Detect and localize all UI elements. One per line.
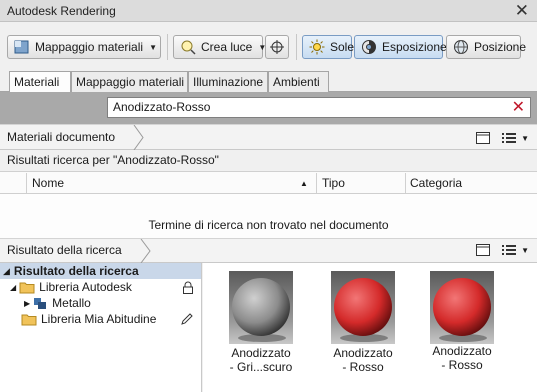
- material-thumbnail: [331, 271, 395, 344]
- materials-table-body: Termine di ricerca non trovato nel docum…: [0, 194, 537, 238]
- tree-item-autodesk-library[interactable]: ◢ Libreria Autodesk: [0, 279, 201, 295]
- tab-materials[interactable]: Materiali: [9, 71, 71, 93]
- sun-toggle[interactable]: Sole: [302, 35, 355, 59]
- document-materials-breadcrumb[interactable]: Materiali documento: [7, 130, 115, 144]
- search-results-label: Risultati ricerca per "Anodizzato-Rosso": [0, 150, 537, 172]
- column-header-type[interactable]: Tipo: [322, 176, 345, 190]
- panel-view-icon[interactable]: [475, 243, 491, 257]
- close-icon[interactable]: ✕: [515, 1, 529, 21]
- materials-grid: Anodizzato - Gri...scuro Anodizzato - Ro…: [203, 263, 537, 392]
- material-mapping-dropdown[interactable]: Mappaggio materiali ▼: [7, 35, 161, 59]
- material-label: Anodizzato - Rosso: [432, 344, 492, 372]
- tree-item-label: Libreria Autodesk: [39, 280, 132, 294]
- toolbar: Mappaggio materiali ▼ Crea luce ▼ Sole E…: [0, 22, 537, 68]
- light-icon: [179, 39, 197, 55]
- tree-item-label: Metallo: [52, 296, 91, 310]
- material-category-icon: [34, 297, 47, 309]
- document-materials-header: Materiali documento ▼: [0, 124, 537, 150]
- folder-icon: [21, 314, 37, 325]
- title-bar: Autodesk Rendering ✕: [0, 0, 537, 22]
- position-label: Posizione: [474, 40, 527, 54]
- empty-message: Termine di ricerca non trovato nel docum…: [148, 218, 389, 232]
- toolbar-divider: [296, 34, 297, 60]
- tree-item-metal[interactable]: ▶ Metallo: [0, 295, 201, 311]
- sun-icon: [308, 39, 326, 55]
- tab-environments[interactable]: Ambienti: [268, 71, 329, 92]
- position-button[interactable]: Posizione: [446, 35, 526, 59]
- chevron-down-icon[interactable]: ▼: [521, 246, 529, 255]
- create-light-label: Crea luce: [201, 40, 253, 54]
- exposure-icon: [360, 39, 378, 55]
- folder-icon: [19, 282, 35, 293]
- search-results-breadcrumb[interactable]: Risultato della ricerca: [7, 243, 122, 257]
- library-tree: ◢ Risultato della ricerca ◢ Libreria Aut…: [0, 263, 202, 392]
- tree-item-label: Risultato della ricerca: [13, 264, 139, 278]
- material-thumbnail: [430, 271, 494, 344]
- tree-item-label: Libreria Mia Abitudine: [41, 312, 157, 326]
- material-thumbnail: [229, 271, 293, 344]
- list-view-icon[interactable]: [501, 243, 517, 257]
- crosshair-icon: [268, 39, 286, 55]
- exposure-button[interactable]: Esposizione: [354, 35, 447, 59]
- expanded-icon: ◢: [3, 265, 10, 276]
- tree-item-search-results[interactable]: ◢ Risultato della ricerca: [0, 263, 201, 279]
- tab-material-mapping[interactable]: Mappaggio materiali: [71, 71, 188, 92]
- search-input[interactable]: Anodizzato-Rosso ✕: [107, 97, 531, 118]
- expanded-icon: ◢: [10, 282, 17, 292]
- view-options: ▼: [475, 243, 529, 257]
- column-header-category[interactable]: Categoria: [410, 176, 462, 190]
- list-view-icon[interactable]: [501, 131, 517, 145]
- chevron-down-icon: ▼: [149, 42, 157, 52]
- lock-icon: [183, 281, 193, 294]
- sun-label: Sole: [330, 40, 355, 54]
- globe-icon: [452, 39, 470, 55]
- light-target-button[interactable]: [265, 35, 289, 59]
- chevron-down-icon[interactable]: ▼: [521, 134, 529, 143]
- tab-lighting[interactable]: Illuminazione: [188, 71, 268, 92]
- view-options: ▼: [475, 131, 529, 145]
- breadcrumb-arrow-icon: [133, 125, 144, 150]
- tab-strip: Materiali Mappaggio materiali Illuminazi…: [0, 68, 537, 93]
- create-light-dropdown[interactable]: Crea luce ▼: [173, 35, 266, 59]
- tree-item-my-library[interactable]: Libreria Mia Abitudine: [0, 311, 201, 327]
- material-mapping-label: Mappaggio materiali: [35, 40, 144, 54]
- material-mapping-icon: [13, 39, 31, 55]
- breadcrumb-arrow-icon: [140, 239, 151, 263]
- search-bar: Anodizzato-Rosso ✕: [0, 92, 537, 124]
- material-label: Anodizzato - Rosso: [333, 346, 393, 374]
- edit-pencil-icon[interactable]: [180, 312, 194, 326]
- clear-search-icon[interactable]: ✕: [512, 97, 525, 117]
- sort-ascending-icon: ▲: [300, 179, 308, 188]
- toolbar-divider: [167, 34, 168, 60]
- materials-table-header: Nome ▲ Tipo Categoria: [0, 172, 537, 194]
- exposure-label: Esposizione: [382, 40, 447, 54]
- material-label: Anodizzato - Gri...scuro: [229, 346, 293, 374]
- collapsed-icon: ▶: [24, 298, 31, 308]
- panel-view-icon[interactable]: [475, 131, 491, 145]
- window-title: Autodesk Rendering: [7, 4, 116, 18]
- search-results-header: Risultato della ricerca ▼: [0, 238, 537, 263]
- column-header-name[interactable]: Nome: [32, 176, 64, 190]
- search-input-value: Anodizzato-Rosso: [113, 100, 211, 114]
